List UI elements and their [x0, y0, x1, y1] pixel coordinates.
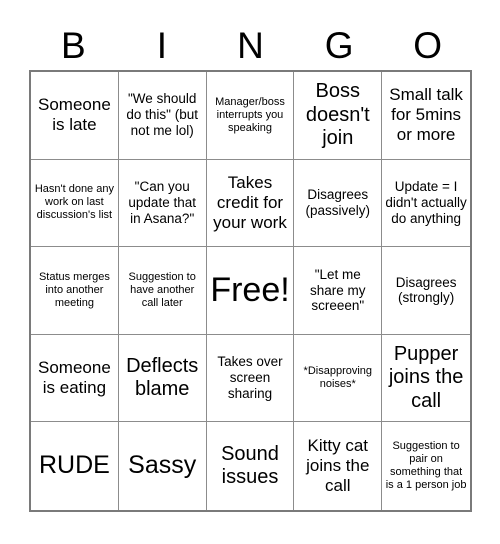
bingo-cell[interactable]: "Can you update that in Asana?": [118, 159, 207, 248]
bingo-header-letter-3: N: [237, 25, 264, 66]
bingo-cell[interactable]: Status merges into another meeting: [31, 247, 119, 335]
bingo-cell[interactable]: Suggestion to pair on something that is …: [382, 422, 470, 510]
bingo-cell-label: Pupper joins the call: [388, 342, 464, 412]
bingo-cell[interactable]: Sound issues: [206, 422, 295, 510]
bingo-cell[interactable]: Boss doesn't join: [294, 72, 383, 160]
bingo-cell-label: Hasn't done any work on last discussion'…: [34, 183, 114, 222]
bingo-cell[interactable]: Sassy: [118, 422, 207, 510]
bingo-cell[interactable]: Suggestion to have another call later: [118, 247, 207, 335]
bingo-cell-label: "We should do this" (but not me lol): [126, 91, 198, 139]
bingo-cell-label: Sound issues: [221, 442, 279, 489]
bingo-cell[interactable]: Takes over screen sharing: [206, 334, 295, 423]
bingo-header: BINGO: [29, 22, 472, 70]
bingo-header-letter-2: I: [156, 25, 168, 66]
bingo-cell[interactable]: "Let me share my screeen": [294, 247, 383, 335]
bingo-cell-label: Suggestion to pair on something that is …: [385, 440, 467, 492]
bingo-cell-label: Disagrees (passively): [305, 186, 371, 218]
bingo-cell[interactable]: Someone is eating: [31, 334, 119, 423]
bingo-cell[interactable]: Disagrees (passively): [294, 159, 383, 248]
bingo-cell-label: Boss doesn't join: [305, 79, 370, 150]
bingo-cell-label: Takes over screen sharing: [217, 354, 283, 402]
bingo-cell[interactable]: *Disapproving noises*: [294, 334, 383, 423]
bingo-cell-free[interactable]: Free!: [206, 247, 295, 335]
bingo-header-letter-1: B: [60, 25, 86, 66]
bingo-cell[interactable]: Manager/boss interrupts you speaking: [206, 72, 295, 160]
bingo-cell-label: Manager/boss interrupts you speaking: [215, 95, 285, 134]
bingo-cell-label: Sassy: [128, 451, 197, 480]
bingo-header-letter-5: O: [413, 25, 443, 66]
bingo-cell-label: RUDE: [38, 451, 110, 480]
bingo-cell[interactable]: Kitty cat joins the call: [294, 422, 383, 510]
bingo-header-letter-4: G: [324, 25, 354, 66]
bingo-card: B I N G O Someone is late "We should do this"…: [0, 0, 500, 544]
bingo-cell-label: Status merges into another meeting: [38, 271, 110, 309]
bingo-cell-label: Takes credit for your work: [213, 172, 287, 232]
bingo-cell-label: Deflects blame: [126, 354, 199, 401]
bingo-cell-label: Someone is eating: [38, 358, 111, 398]
bingo-cell[interactable]: RUDE: [31, 422, 119, 510]
bingo-cell-label: Free!: [210, 271, 290, 310]
bingo-cell[interactable]: Takes credit for your work: [206, 159, 295, 248]
bingo-cell-label: Small talk for 5mins or more: [389, 85, 463, 145]
bingo-cell[interactable]: Someone is late: [31, 72, 119, 160]
bingo-cell[interactable]: Hasn't done any work on last discussion'…: [31, 159, 119, 248]
bingo-cell[interactable]: "We should do this" (but not me lol): [118, 72, 207, 160]
bingo-cell[interactable]: Deflects blame: [118, 334, 207, 423]
bingo-grid: Someone is late "We should do this" (but …: [29, 70, 472, 512]
bingo-cell-label: Kitty cat joins the call: [306, 436, 370, 496]
bingo-cell[interactable]: Small talk for 5mins or more: [382, 72, 470, 160]
bingo-cell[interactable]: Update = I didn't actually do anything: [382, 159, 470, 248]
bingo-cell-label: "Let me share my screeen": [310, 266, 366, 314]
bingo-cell-label: Update = I didn't actually do anything: [385, 179, 467, 226]
bingo-cell-label: Disagrees (strongly): [395, 274, 457, 306]
bingo-cell-label: Someone is late: [38, 95, 111, 135]
bingo-cell[interactable]: Disagrees (strongly): [382, 247, 470, 335]
bingo-cell[interactable]: Pupper joins the call: [382, 334, 470, 423]
bingo-cell-label: *Disapproving noises*: [303, 365, 373, 391]
bingo-cell-label: Suggestion to have another call later: [128, 271, 196, 309]
bingo-cell-label: "Can you update that in Asana?": [128, 179, 196, 226]
